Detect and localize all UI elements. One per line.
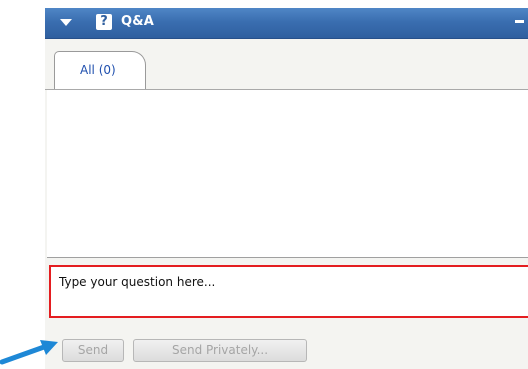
tab-all-label: All (0) — [80, 63, 116, 77]
send-button[interactable]: Send — [62, 339, 124, 362]
panel-title: Q&A — [121, 14, 155, 29]
tab-all[interactable]: All (0) — [54, 51, 146, 89]
panel-titlebar: ? Q&A — [45, 8, 528, 39]
help-icon: ? — [96, 14, 112, 30]
tab-strip: All (0) — [45, 39, 528, 90]
questions-list-area[interactable] — [47, 90, 528, 258]
question-input[interactable]: Type your question here... — [49, 265, 528, 318]
minimize-icon[interactable] — [515, 20, 524, 23]
pointer-arrow-icon — [0, 340, 58, 365]
send-privately-button[interactable]: Send Privately... — [133, 339, 307, 362]
collapse-arrow-icon[interactable] — [60, 19, 72, 26]
